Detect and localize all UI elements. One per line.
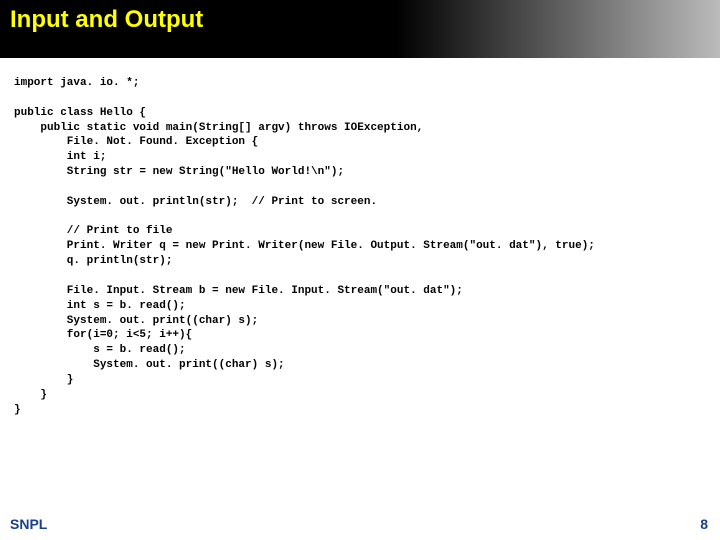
footer-org: SNPL	[10, 516, 47, 532]
slide-title: Input and Output	[0, 0, 213, 34]
slide-body: import java. io. *; public class Hello {…	[0, 58, 720, 540]
slide-header: Input and Output	[0, 0, 720, 58]
page-number: 8	[700, 516, 708, 532]
code-block: import java. io. *; public class Hello {…	[0, 58, 720, 417]
